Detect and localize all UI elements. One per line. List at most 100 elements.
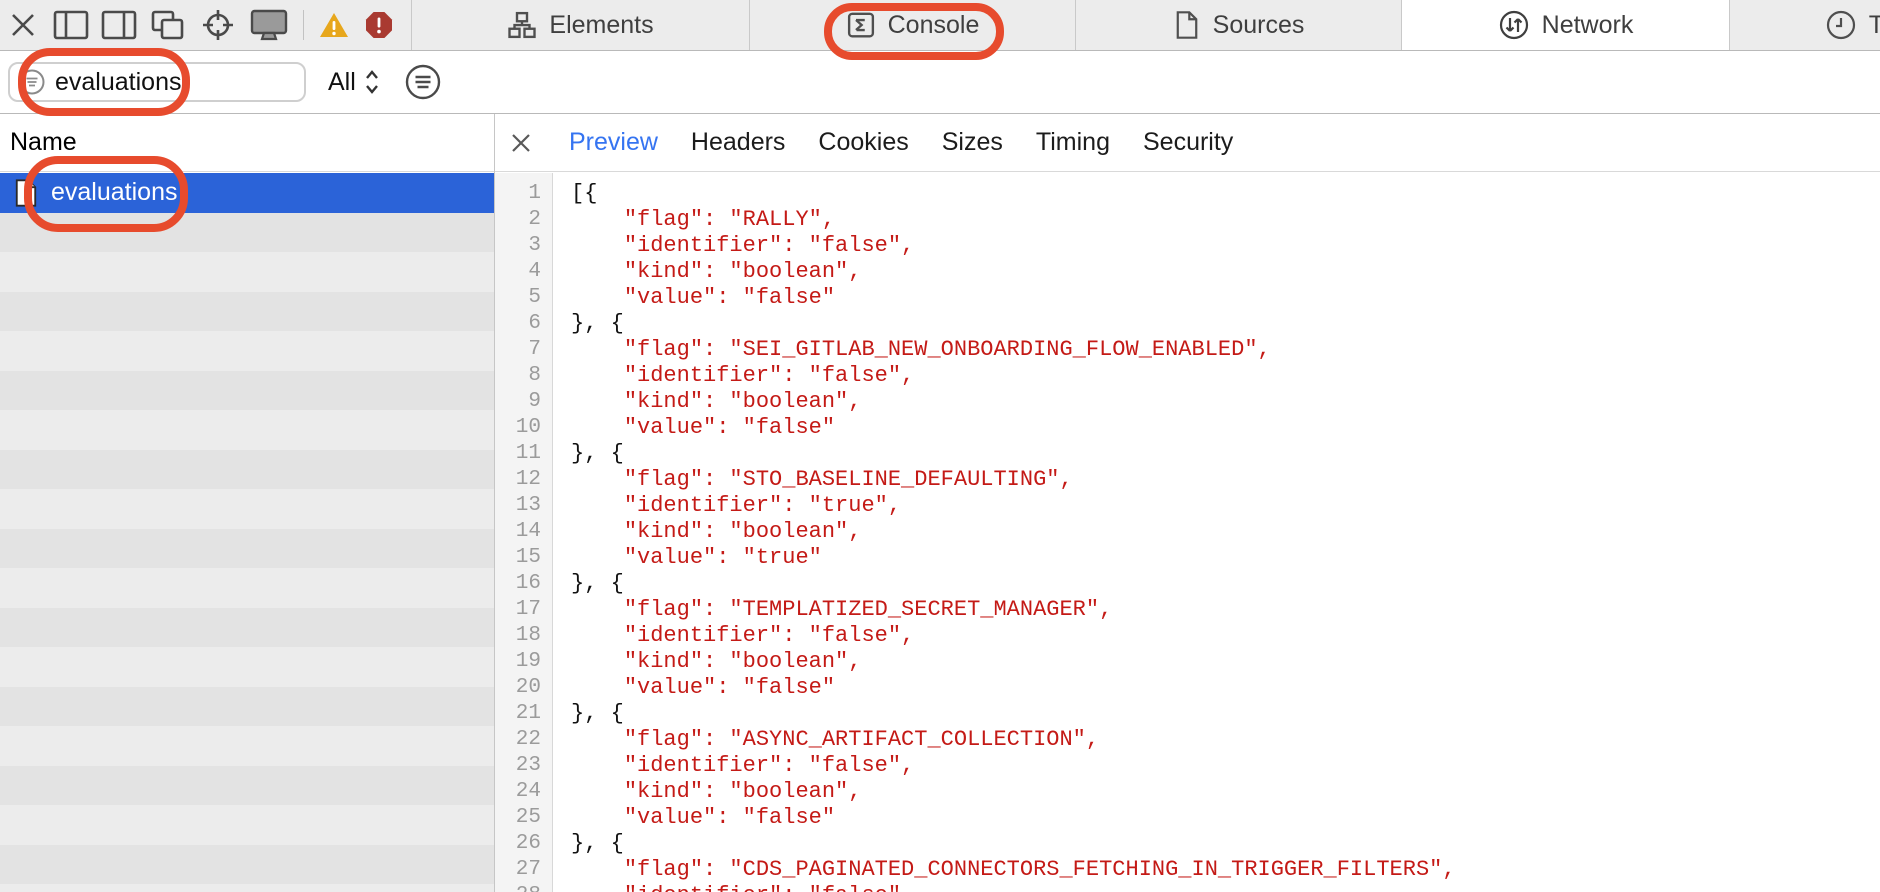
dock-side-button[interactable] [46, 0, 95, 50]
line-content: "kind": "boolean", [553, 779, 861, 805]
request-row-evaluations[interactable]: evaluations [0, 173, 494, 213]
element-selection-button[interactable] [193, 0, 243, 50]
code-line: 5 "value": "false" [495, 285, 1880, 311]
tab-timelines-partial[interactable]: T [1730, 0, 1880, 50]
request-list-stripe-row [0, 687, 494, 727]
line-number: 16 [495, 571, 553, 597]
line-number: 2 [495, 207, 553, 233]
line-number: 27 [495, 857, 553, 883]
request-list-panel: Name evaluations [0, 114, 495, 892]
monitor-icon [249, 8, 289, 42]
line-content: "flag": "SEI_GITLAB_NEW_ONBOARDING_FLOW_… [553, 337, 1271, 363]
filter-lines-icon [19, 69, 45, 95]
line-content: "flag": "RALLY", [553, 207, 835, 233]
clock-icon [1825, 9, 1857, 41]
tab-sources[interactable]: Sources [1075, 0, 1401, 50]
warning-triangle-icon [318, 11, 350, 39]
request-list-stripe-row [0, 331, 494, 371]
line-number: 4 [495, 259, 553, 285]
code-line: 22 "flag": "ASYNC_ARTIFACT_COLLECTION", [495, 727, 1880, 753]
code-line: 1[{ [495, 181, 1880, 207]
filter-scope-label: All [328, 68, 356, 97]
line-number: 19 [495, 649, 553, 675]
errors-button[interactable] [356, 0, 402, 50]
request-list-stripe-row [0, 884, 494, 892]
line-content: "value": "false" [553, 285, 835, 311]
detail-tab-cookies[interactable]: Cookies [818, 128, 908, 157]
tab-label: Console [888, 11, 980, 40]
tab-console[interactable]: Console [749, 0, 1075, 50]
tab-elements[interactable]: Elements [411, 0, 749, 50]
code-line: 25 "value": "false" [495, 805, 1880, 831]
line-number: 25 [495, 805, 553, 831]
line-number: 23 [495, 753, 553, 779]
request-list-stripe-row [0, 647, 494, 687]
request-list-stripes [0, 213, 494, 892]
dock-bottom-button[interactable] [95, 0, 143, 50]
code-line: 13 "identifier": "true", [495, 493, 1880, 519]
json-code-lines: 1[{2 "flag": "RALLY",3 "identifier": "fa… [495, 181, 1880, 892]
request-list-stripe-row [0, 845, 494, 885]
detail-tab-timing[interactable]: Timing [1036, 128, 1110, 157]
line-content: "flag": "STO_BASELINE_DEFAULTING", [553, 467, 1073, 493]
name-column-label: Name [10, 128, 77, 157]
resource-document-icon [13, 178, 39, 208]
error-octagon-icon [365, 11, 393, 39]
toolbar-left-controls [0, 0, 402, 50]
request-list-stripe-row [0, 213, 494, 253]
device-settings-button[interactable] [243, 0, 295, 50]
line-content: "identifier": "true", [553, 493, 901, 519]
json-preview-pane[interactable]: 1[{2 "flag": "RALLY",3 "identifier": "fa… [495, 173, 1880, 892]
line-number: 1 [495, 181, 553, 207]
code-line: 9 "kind": "boolean", [495, 389, 1880, 415]
request-list-stripe-row [0, 529, 494, 569]
close-inspector-button[interactable] [0, 0, 46, 50]
circled-lines-icon [405, 64, 441, 100]
line-number: 5 [495, 285, 553, 311]
detail-tab-headers[interactable]: Headers [691, 128, 786, 157]
close-detail-button[interactable] [509, 131, 533, 155]
line-number: 3 [495, 233, 553, 259]
line-content: "identifier": "false", [553, 363, 914, 389]
request-list-stripe-row [0, 726, 494, 766]
request-list-stripe-row [0, 568, 494, 608]
code-line: 24 "kind": "boolean", [495, 779, 1880, 805]
crosshair-icon [201, 8, 235, 42]
code-line: 8 "identifier": "false", [495, 363, 1880, 389]
code-line: 15 "value": "true" [495, 545, 1880, 571]
code-line: 2 "flag": "RALLY", [495, 207, 1880, 233]
line-number: 7 [495, 337, 553, 363]
close-icon [10, 12, 36, 38]
line-content: "identifier": "false", [553, 623, 914, 649]
warnings-button[interactable] [312, 0, 356, 50]
detail-tab-preview[interactable]: Preview [569, 128, 658, 157]
request-list-stripe-row [0, 489, 494, 529]
undock-window-button[interactable] [143, 0, 193, 50]
request-list-stripe-row [0, 450, 494, 490]
line-content: "value": "false" [553, 675, 835, 701]
detail-tab-sizes[interactable]: Sizes [942, 128, 1003, 157]
tab-network[interactable]: Network [1401, 0, 1730, 50]
line-number: 9 [495, 389, 553, 415]
document-icon [1173, 10, 1201, 40]
line-number: 22 [495, 727, 553, 753]
safari-web-inspector-window: Elements Console Sources Network T [0, 0, 1880, 892]
filter-scope-popup[interactable]: All [328, 51, 380, 113]
resource-filter-field[interactable] [8, 62, 306, 102]
elements-icon [507, 10, 537, 40]
code-line: 17 "flag": "TEMPLATIZED_SECRET_MANAGER", [495, 597, 1880, 623]
resource-filter-input[interactable] [55, 68, 255, 97]
tab-label: Sources [1213, 11, 1305, 40]
line-number: 17 [495, 597, 553, 623]
name-column-header[interactable]: Name [0, 114, 494, 172]
line-number: 8 [495, 363, 553, 389]
dock-left-icon [53, 10, 89, 40]
line-number: 6 [495, 311, 553, 337]
filter-options-button[interactable] [405, 64, 441, 100]
cascade-windows-icon [150, 9, 186, 41]
detail-tab-security[interactable]: Security [1143, 128, 1233, 157]
line-content: "flag": "ASYNC_ARTIFACT_COLLECTION", [553, 727, 1099, 753]
request-rows: evaluations [0, 173, 494, 892]
line-number: 20 [495, 675, 553, 701]
line-content: "flag": "CDS_PAGINATED_CONNECTORS_FETCHI… [553, 857, 1456, 883]
